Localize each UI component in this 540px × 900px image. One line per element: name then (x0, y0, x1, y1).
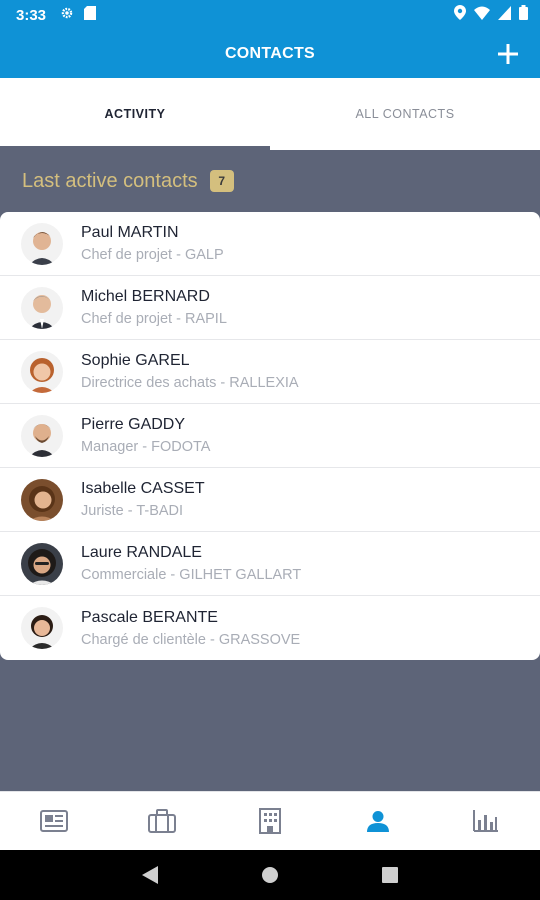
avatar (21, 222, 63, 265)
page-title: CONTACTS (224, 45, 316, 62)
bar-chart-icon (473, 810, 498, 832)
bottom-nav (0, 791, 540, 850)
avatar (21, 286, 63, 329)
avatar (21, 607, 63, 649)
section-header: Last active contacts 7 (0, 150, 540, 212)
tab-bar: ACTIVITY ALL CONTACTS (0, 78, 540, 150)
briefcase-icon (148, 809, 176, 833)
home-icon (262, 867, 278, 883)
back-button[interactable] (135, 860, 165, 890)
recents-icon (382, 867, 398, 883)
contact-name: Paul MARTIN (81, 224, 179, 241)
status-bar: 3:33 (0, 0, 540, 30)
avatar (21, 414, 63, 457)
section-title: Last active contacts (22, 169, 198, 192)
contact-list: Paul MARTIN Chef de projet - GALP Michel… (0, 212, 540, 660)
avatar (21, 478, 63, 521)
count-badge: 7 (209, 170, 234, 192)
contact-role: Juriste - T-BADI (81, 503, 184, 519)
tab-activity[interactable]: ACTIVITY (0, 78, 270, 150)
nav-news[interactable] (0, 792, 108, 850)
contact-role: Chargé de clientèle - GRASSOVE (81, 631, 301, 648)
home-button[interactable] (255, 860, 285, 890)
person-icon (367, 811, 389, 832)
app-bar: CONTACTS (0, 30, 540, 78)
wifi-icon (474, 6, 490, 25)
status-time: 3:33 (16, 6, 47, 24)
contact-name: Isabelle CASSET (81, 480, 205, 497)
newspaper-icon (40, 810, 68, 832)
contact-name: Pascale BERANTE (81, 608, 218, 626)
settings-icon (60, 6, 74, 25)
plus-icon (498, 44, 518, 64)
sd-card-icon (84, 5, 97, 25)
contact-name: Sophie GAREL (81, 352, 190, 369)
contact-role: Chef de projet - RAPIL (81, 311, 227, 327)
nav-companies[interactable] (216, 792, 324, 850)
contact-name: Michel BERNARD (81, 288, 210, 305)
contact-row[interactable]: Pierre GADDY Manager - FODOTA (0, 404, 540, 468)
location-icon (454, 5, 466, 25)
back-icon (142, 866, 158, 884)
avatar (21, 542, 63, 585)
nav-opportunities[interactable] (108, 792, 216, 850)
nav-statistics[interactable] (432, 792, 540, 850)
contact-role: Chef de projet - GALP (81, 247, 224, 263)
contact-row[interactable]: Paul MARTIN Chef de projet - GALP (0, 212, 540, 276)
contact-role: Directrice des achats - RALLEXIA (81, 375, 299, 391)
add-contact-button[interactable] (494, 40, 522, 68)
tab-all-contacts[interactable]: ALL CONTACTS (270, 78, 540, 150)
contact-row[interactable]: Laure RANDALE Commerciale - GILHET GALLA… (0, 532, 540, 596)
recents-button[interactable] (375, 860, 405, 890)
contact-row[interactable]: Isabelle CASSET Juriste - T-BADI (0, 468, 540, 532)
contact-name: Pierre GADDY (81, 416, 186, 433)
contact-row[interactable]: Sophie GAREL Directrice des achats - RAL… (0, 340, 540, 404)
contact-role: Manager - FODOTA (81, 439, 211, 455)
battery-icon (519, 5, 528, 25)
avatar (21, 350, 63, 393)
system-nav-bar (0, 850, 540, 900)
contact-role: Commerciale - GILHET GALLART (81, 567, 302, 583)
building-icon (259, 808, 281, 834)
contact-name: Laure RANDALE (81, 544, 202, 561)
contact-row[interactable]: Pascale BERANTE Chargé de clientèle - GR… (0, 596, 540, 660)
contact-row[interactable]: Michel BERNARD Chef de projet - RAPIL (0, 276, 540, 340)
nav-contacts[interactable] (324, 792, 432, 850)
signal-icon (498, 5, 511, 25)
